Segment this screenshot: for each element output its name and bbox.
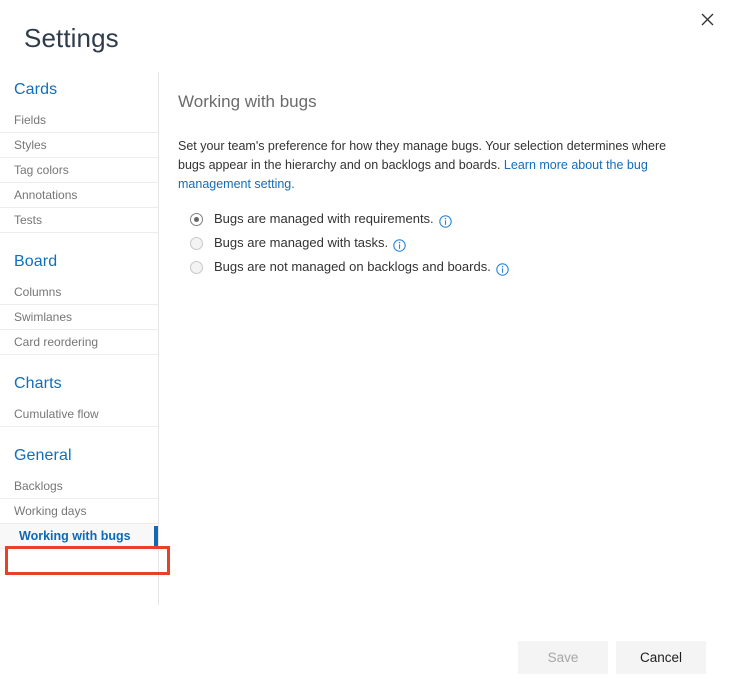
sidebar-item-label: Swimlanes [14,310,72,324]
settings-dialog: Settings Cards Fields Styles Tag colors Anno… [0,0,730,698]
sidebar-group-spacer [0,427,158,438]
sidebar-item-label: Cumulative flow [14,407,99,421]
sidebar-group-spacer [0,233,158,244]
sidebar-item-label: Backlogs [14,479,63,493]
sidebar-group-cards: Cards Fields Styles Tag colors Annotations Te… [0,72,158,233]
settings-content-panel: Working with bugs Set your team's prefer… [178,90,678,282]
radio-option-2[interactable]: Bugs are not managed on backlogs and boa… [190,258,678,276]
sidebar-item-tests[interactable]: Tests [0,208,158,233]
content-title: Working with bugs [178,90,678,114]
page-title: Settings [24,21,119,55]
sidebar-item-columns[interactable]: Columns [0,280,158,305]
sidebar-item-label: Annotations [14,188,77,202]
radio-option-label: Bugs are managed with requirements. [214,210,434,228]
sidebar-item-label: Tests [14,213,42,227]
info-icon[interactable] [496,263,509,276]
close-icon[interactable] [692,4,722,34]
sidebar-item-label: Card reordering [14,335,98,349]
sidebar-group-header: Cards [0,72,158,108]
sidebar-item-label: Working days [14,504,86,518]
info-icon[interactable] [439,215,452,228]
cancel-button[interactable]: Cancel [616,641,706,674]
sidebar-item-card-reordering[interactable]: Card reordering [0,330,158,355]
sidebar-item-label: Fields [14,113,46,127]
settings-sidebar: Cards Fields Styles Tag colors Annotations Te… [0,72,159,605]
sidebar-item-working-days[interactable]: Working days [0,499,158,524]
sidebar-item-label: Styles [14,138,47,152]
sidebar-item-swimlanes[interactable]: Swimlanes [0,305,158,330]
content-description: Set your team's preference for how they … [178,137,673,194]
sidebar-item-cumulative-flow[interactable]: Cumulative flow [0,402,158,427]
radio-button-icon[interactable] [190,213,203,226]
sidebar-item-annotations[interactable]: Annotations [0,183,158,208]
sidebar-group-header: Board [0,244,158,280]
sidebar-group-spacer [0,355,158,366]
sidebar-group-header: Charts [0,366,158,402]
dialog-footer: Save Cancel [0,641,730,675]
info-icon[interactable] [393,239,406,252]
radio-option-1[interactable]: Bugs are managed with tasks. [190,234,678,252]
radio-button-icon[interactable] [190,261,203,274]
sidebar-item-fields[interactable]: Fields [0,108,158,133]
sidebar-group-charts: Charts Cumulative flow [0,366,158,427]
sidebar-item-label: Working with bugs [19,529,131,543]
bug-management-radio-group: Bugs are managed with requirements. Bugs … [178,210,678,276]
sidebar-group-general: General Backlogs Working days Working with … [0,438,158,549]
sidebar-group-header: General [0,438,158,474]
sidebar-selection-accent-bar [154,526,158,546]
radio-option-label: Bugs are not managed on backlogs and boa… [214,258,491,276]
sidebar-item-label: Columns [14,285,61,299]
sidebar-item-tag-colors[interactable]: Tag colors [0,158,158,183]
save-button[interactable]: Save [518,641,608,674]
sidebar-group-board: Board Columns Swimlanes Card reordering [0,244,158,355]
sidebar-item-styles[interactable]: Styles [0,133,158,158]
sidebar-item-backlogs[interactable]: Backlogs [0,474,158,499]
radio-option-label: Bugs are managed with tasks. [214,234,388,252]
sidebar-item-working-with-bugs[interactable]: Working with bugs [0,524,158,549]
radio-button-icon[interactable] [190,237,203,250]
sidebar-item-label: Tag colors [14,163,69,177]
radio-option-0[interactable]: Bugs are managed with requirements. [190,210,678,228]
